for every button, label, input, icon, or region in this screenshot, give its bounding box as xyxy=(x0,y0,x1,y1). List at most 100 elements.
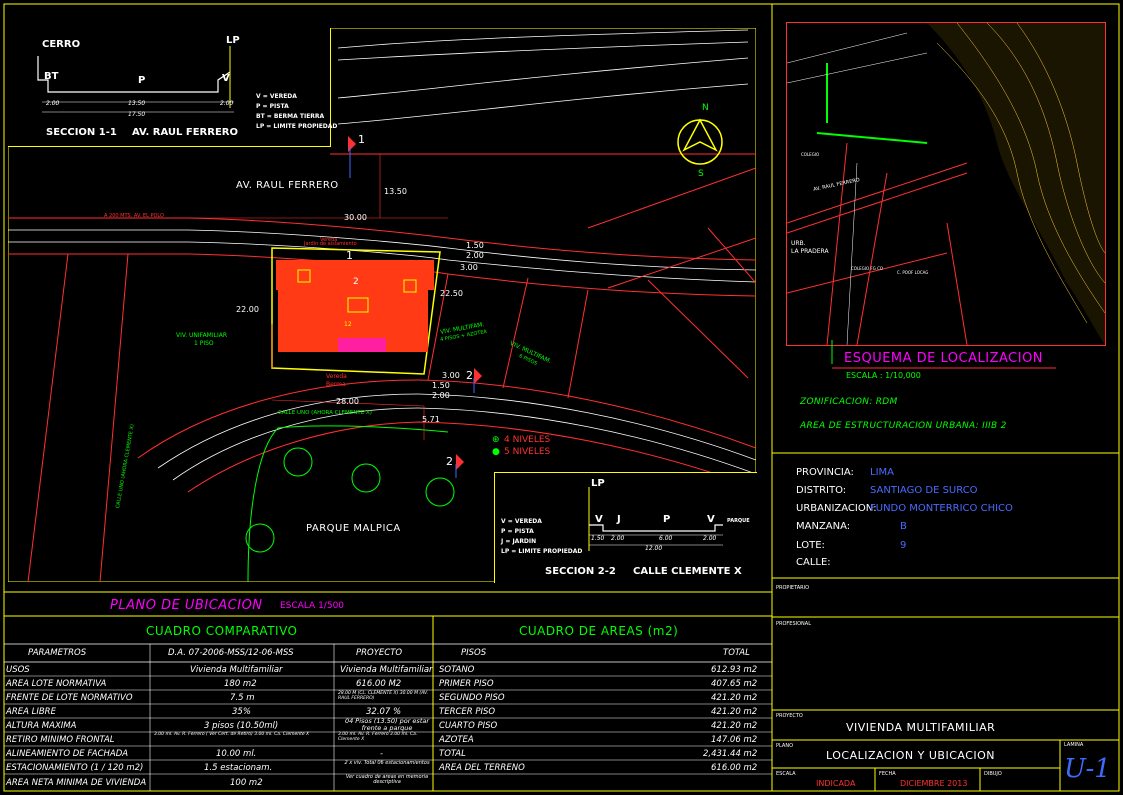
distrito-value: SANTIAGO DE SURCO xyxy=(870,485,978,496)
side-street-note: A 200 MTS. AV. EL POLO xyxy=(104,213,164,219)
cc-row-label: ESTACIONAMIENTO (1 / 120 m2) xyxy=(6,763,144,773)
cc-header-da: D.A. 07-2006-MSS/12-06-MSS xyxy=(168,648,294,658)
ca-row-value: 612.93 m2 xyxy=(711,665,758,675)
ca-row-value: 421.20 m2 xyxy=(711,721,758,731)
cc-row-normative: 35% xyxy=(232,707,251,717)
vereda-bottom-label: Vereda xyxy=(326,373,347,380)
dim-30-00: 30.00 xyxy=(344,213,367,222)
section2-legend-lp: LP = LIMITE PROPIEDAD xyxy=(501,548,583,555)
cc-row-project: 28.00 M (CL. CLEMENTE X) 30.00 M (AV. RA… xyxy=(338,691,428,701)
jardin-label: Jardin de aislamiento xyxy=(304,241,357,247)
section2-dim-2-00-a: 2.00 xyxy=(611,535,625,542)
section2-dim-6-00: 6.00 xyxy=(659,535,673,542)
lamina-value: U-1 xyxy=(1064,754,1111,784)
distrito-label: DISTRITO: xyxy=(796,485,847,496)
dim-1-50-top: 1.50 xyxy=(466,241,484,250)
cuadro-areas-title: CUADRO DE AREAS (m2) xyxy=(519,624,679,638)
ca-row-label: TERCER PISO xyxy=(439,707,496,717)
cc-row-normative: 3.00 ml. Av. R. Ferrero ( Ver Cert. de R… xyxy=(154,732,310,737)
fecha-value: DICIEMBRE 2013 xyxy=(900,779,968,788)
level-5-icon: ● xyxy=(492,447,500,457)
south-label: S xyxy=(698,169,704,179)
cc-row-project: Vivienda Multifamiliar xyxy=(340,665,433,675)
cc-row-label: USOS xyxy=(6,665,30,675)
level-5-label: 5 NIVELES xyxy=(504,447,551,457)
plano-label: PLANO xyxy=(776,743,794,749)
section-mark-2-bottom: 2 xyxy=(446,455,453,468)
section2-dim-12-00: 12.00 xyxy=(645,545,663,552)
area-estructuracion-label: AREA DE ESTRUCTURACION URBANA: IIIB 2 xyxy=(800,421,1007,431)
north-label: N xyxy=(702,103,709,113)
section2-label-p: P xyxy=(663,514,671,525)
ca-row-value: 147.06 m2 xyxy=(711,735,758,745)
cc-row-label: AREA LIBRE xyxy=(6,707,56,717)
section1-label-lp: LP xyxy=(226,35,240,46)
level-4-label: 4 NIVELES xyxy=(504,435,551,445)
cc-row-project: - xyxy=(380,749,384,759)
urbanizacion-label: URBANIZACION: xyxy=(796,503,877,514)
cc-row-normative: Vivienda Multifamiliar xyxy=(190,665,283,675)
ca-row-label: AREA DEL TERRENO xyxy=(439,763,525,773)
plan-title: PLANO DE UBICACION xyxy=(110,598,263,613)
section2-title: SECCION 2-2 xyxy=(545,566,616,577)
cc-row-label: ALINEAMIENTO DE FACHADA xyxy=(6,749,129,759)
section1-dim-2-00-a: 2.00 xyxy=(46,100,60,107)
section1-legend-p: P = PISTA xyxy=(256,103,289,110)
section1-legend-v: V = VEREDA xyxy=(256,93,297,100)
section1-street: AV. RAUL FERRERO xyxy=(132,127,238,138)
map-label-colegio-fg: COLEGIO FG CO xyxy=(851,266,884,271)
section-mark-1-lot: 1 xyxy=(346,249,353,262)
lamina-label: LAMINA xyxy=(1064,742,1084,748)
cc-row-project: 616.00 M2 xyxy=(356,679,402,689)
section2-dim-2-00-b: 2.00 xyxy=(703,535,717,542)
ca-row-label: CUARTO PISO xyxy=(439,721,498,731)
provincia-value: LIMA xyxy=(870,467,894,478)
lot-label-left-line1: VIV. UNIFAMILIAR xyxy=(176,332,228,339)
dim-13-50: 13.50 xyxy=(384,187,407,196)
fecha-label: FECHA xyxy=(879,771,896,777)
section2-label-v1: V xyxy=(595,514,603,525)
section-1-1-inset: CERRO LP BT P V 2.00 13.50 2.00 17.50 V … xyxy=(8,28,337,147)
section2-street: CALLE CLEMENTE X xyxy=(633,566,742,577)
location-map: URB. LA PRADERA AV. RAUL FERRERO COLEGIO… xyxy=(786,22,1106,346)
proyecto-value: VIVIENDA MULTIFAMILIAR xyxy=(846,721,996,734)
propietario-label: PROPIETARIO xyxy=(776,585,810,591)
dim-1-50-bottom: 1.50 xyxy=(432,381,450,390)
profesional-label: PROFESIONAL xyxy=(776,621,811,627)
level-4-icon: ⊕ xyxy=(492,435,500,445)
lot-label-left-line2: 1 PISO xyxy=(194,340,214,347)
section1-label-cerro: CERRO xyxy=(42,39,81,50)
dim-22-00: 22.00 xyxy=(236,305,259,314)
section-mark-1-building: 2 xyxy=(353,277,359,287)
cc-row-normative: 7.5 m xyxy=(230,693,255,703)
section2-label-lp: LP xyxy=(591,478,605,489)
street-label-calle-uno: CALLE UNO (AHORA CLEMENTE X) xyxy=(278,410,372,416)
cuadro-comparativo-title: CUADRO COMPARATIVO xyxy=(146,624,298,638)
dim-3-00-bottom: 3.00 xyxy=(442,371,460,380)
manzana-label: MANZANA: xyxy=(796,521,851,532)
ca-header-total: TOTAL xyxy=(723,648,750,658)
section1-title: SECCION 1-1 xyxy=(46,127,117,138)
site-plan: AV. RAUL FERRERO A 200 MTS. AV. EL POLO … xyxy=(8,28,757,583)
cc-row-project: Ver cuadro de areas en memoria descripti… xyxy=(345,774,429,785)
cc-row-label: RETIRO MINIMO FRONTAL xyxy=(6,735,115,745)
ca-row-label: SEGUNDO PISO xyxy=(439,693,505,703)
section1-dim-17-50: 17.50 xyxy=(128,111,146,118)
dim-5-71: 5.71 xyxy=(422,415,440,424)
dim-2-00-bottom: 2.00 xyxy=(432,391,450,400)
cuadro-areas: CUADRO DE AREAS (m2) PISOS TOTAL SOTANO … xyxy=(433,616,772,791)
escala-value: INDICADA xyxy=(816,779,856,788)
ca-header-pisos: PISOS xyxy=(461,648,487,658)
cc-row-normative: 3 pisos (10.50ml) xyxy=(204,721,279,731)
zoning-label: ZONIFICACION: RDM xyxy=(800,397,898,407)
dim-28-00: 28.00 xyxy=(336,397,359,406)
section1-dim-13-50: 13.50 xyxy=(128,100,146,107)
cc-header-parametros: PARAMETROS xyxy=(28,648,87,658)
ca-row-label: PRIMER PISO xyxy=(439,679,494,689)
section1-dim-2-00-b: 2.00 xyxy=(220,100,234,107)
section2-legend-v: V = VEREDA xyxy=(501,518,542,525)
map-label-poof: C. POOF LOCAG xyxy=(897,270,929,275)
cc-header-proyecto: PROYECTO xyxy=(356,648,403,658)
ca-row-label: TOTAL xyxy=(439,749,466,759)
lote-label: LOTE: xyxy=(796,540,825,551)
